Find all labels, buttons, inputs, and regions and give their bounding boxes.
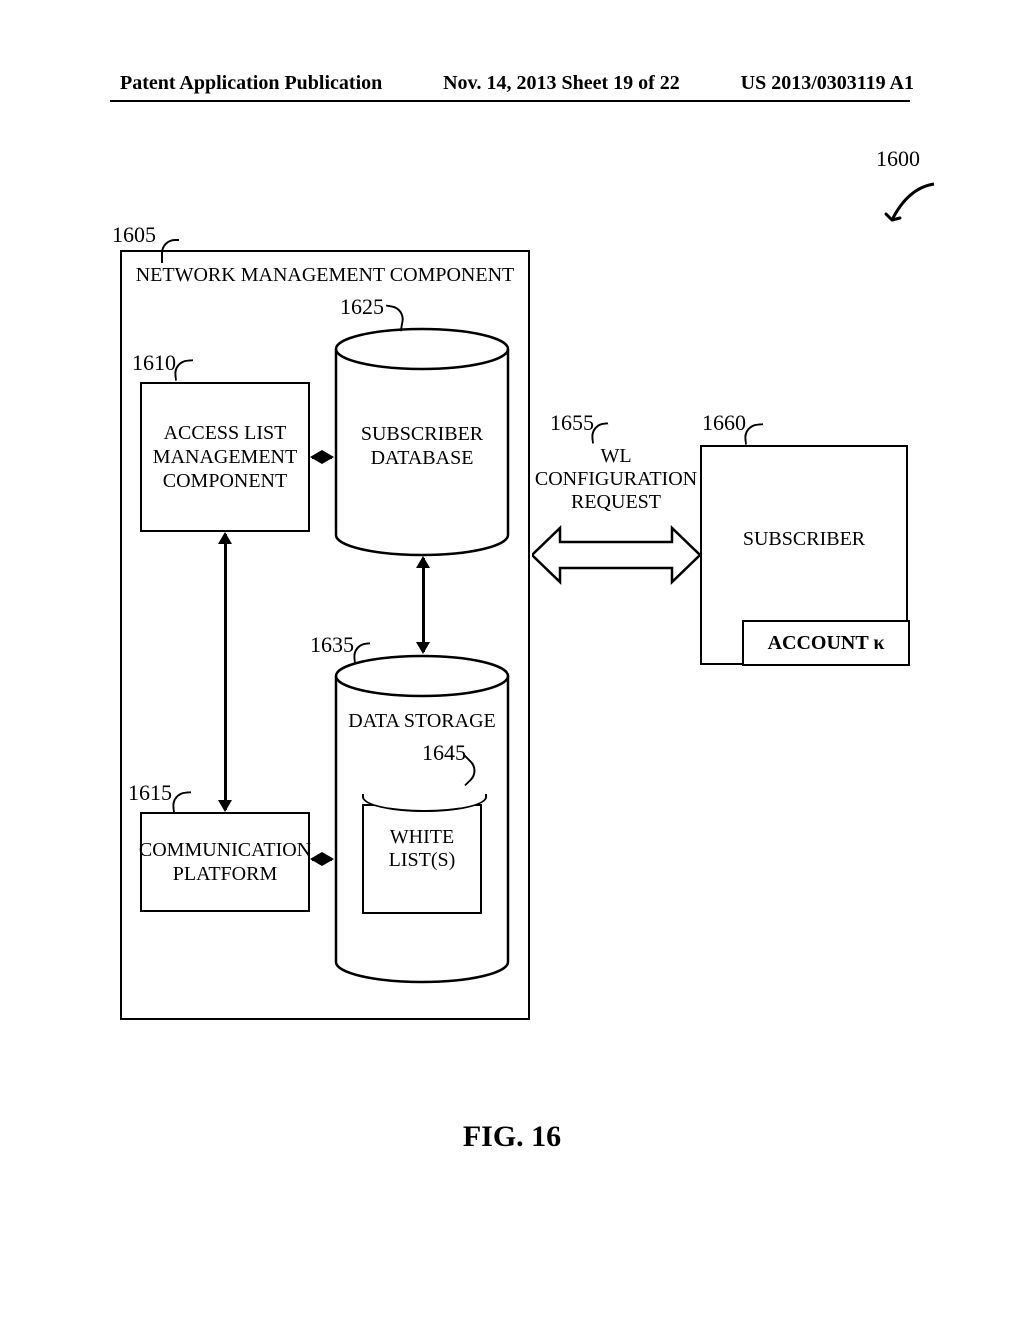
label-comm: COMMUNICATION PLATFORM [139, 838, 311, 886]
label-subscriber: SUBSCRIBER [743, 527, 865, 551]
label-nmc: NETWORK MANAGEMENT COMPONENT [122, 264, 528, 287]
cylinder-data-storage: DATA STORAGE WHITE LIST(S) [332, 654, 512, 984]
leader-1625 [382, 304, 406, 331]
label-white-list: WHITE LIST(S) [389, 826, 456, 871]
label-data-storage: DATA STORAGE [332, 709, 512, 733]
box-access-list-mgmt: ACCESS LIST MANAGEMENT COMPONENT [140, 382, 310, 532]
ref-comm: 1615 [128, 780, 172, 806]
arrow-comm-storage [312, 858, 332, 861]
arrow-alm-comm [224, 534, 227, 810]
ref-subscriber: 1660 [702, 410, 746, 436]
label-wl-config-request-l1: WL CONFIGURATION [535, 445, 697, 490]
leader-1610 [173, 359, 195, 381]
header-left: Patent Application Publication [120, 72, 382, 95]
ref-subscriber-db: 1625 [340, 294, 384, 320]
leader-1660 [743, 423, 765, 445]
arrow-db-storage [422, 558, 425, 652]
box-account-kappa: ACCOUNT κ [742, 620, 910, 666]
leader-1635 [352, 642, 372, 663]
header-right: US 2013/0303119 A1 [741, 72, 914, 95]
ref-nmc: 1605 [112, 222, 156, 248]
figure-caption: FIG. 16 [0, 1120, 1024, 1154]
ref-wl-request: 1655 [550, 410, 594, 436]
label-alm: ACCESS LIST MANAGEMENT COMPONENT [148, 421, 302, 493]
page: Patent Application Publication Nov. 14, … [0, 0, 1024, 1320]
label-wl-config-request-l2: REQUEST [571, 491, 661, 513]
sheet-white-list: WHITE LIST(S) [362, 804, 482, 914]
leader-1605 [161, 239, 179, 263]
figure-16: 1600 NETWORK MANAGEMENT COMPONENT 1605 A… [120, 220, 910, 1080]
label-wl-config-request: WL CONFIGURATION REQUEST [530, 445, 702, 514]
page-header: Patent Application Publication Nov. 14, … [0, 72, 1024, 95]
cylinder-subscriber-database: SUBSCRIBER DATABASE [332, 327, 512, 557]
label-subscriber-db: SUBSCRIBER DATABASE [332, 422, 512, 470]
box-network-management-component: NETWORK MANAGEMENT COMPONENT 1605 ACCESS… [120, 250, 530, 1020]
header-center: Nov. 14, 2013 Sheet 19 of 22 [443, 72, 680, 95]
ref-alm: 1610 [132, 350, 176, 376]
sheet-curl [362, 794, 487, 812]
arrow-wl-config-request [532, 520, 700, 590]
box-subscriber: SUBSCRIBER ACCOUNT κ [700, 445, 908, 665]
ref-overall: 1600 [876, 146, 920, 172]
box-communication-platform: COMMUNICATION PLATFORM [140, 812, 310, 912]
leader-arrow-1600 [878, 180, 938, 240]
arrow-alm-db [312, 456, 332, 459]
label-account: ACCOUNT κ [768, 631, 885, 655]
header-rule [110, 100, 910, 102]
ref-data-storage: 1635 [310, 632, 354, 658]
leader-1615 [171, 791, 193, 813]
